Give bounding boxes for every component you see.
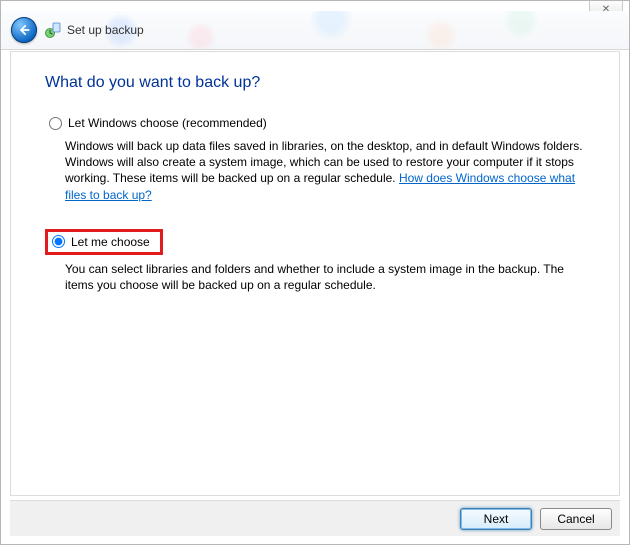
option-windows-choose-head[interactable]: Let Windows choose (recommended)	[45, 114, 585, 132]
back-button[interactable]	[11, 17, 37, 43]
wizard-title: Set up backup	[67, 23, 144, 37]
next-button[interactable]: Next	[460, 508, 532, 530]
option-let-me-choose-desc: You can select libraries and folders and…	[65, 261, 585, 293]
back-arrow-icon	[17, 23, 31, 37]
wizard-header: Set up backup	[1, 11, 629, 50]
radio-windows-choose[interactable]	[49, 117, 62, 130]
wizard-window: ✕ Set up backup What do you want to back…	[0, 0, 630, 545]
backup-wizard-icon	[45, 22, 61, 38]
cancel-button[interactable]: Cancel	[540, 508, 612, 530]
highlight-let-me-choose: Let me choose	[45, 229, 163, 255]
option-windows-choose: Let Windows choose (recommended) Windows…	[45, 114, 585, 203]
radio-let-me-choose[interactable]	[52, 235, 65, 248]
option-let-me-choose-head[interactable]: Let me choose	[52, 235, 150, 249]
option-windows-choose-desc: Windows will back up data files saved in…	[65, 138, 585, 203]
page-heading: What do you want to back up?	[45, 74, 585, 92]
option-let-me-choose-label: Let me choose	[71, 235, 150, 249]
option-let-me-choose: Let me choose You can select libraries a…	[45, 229, 585, 293]
content-panel: What do you want to back up? Let Windows…	[10, 51, 620, 496]
option-windows-choose-label: Let Windows choose (recommended)	[68, 116, 267, 130]
wizard-footer: Next Cancel	[10, 500, 620, 536]
